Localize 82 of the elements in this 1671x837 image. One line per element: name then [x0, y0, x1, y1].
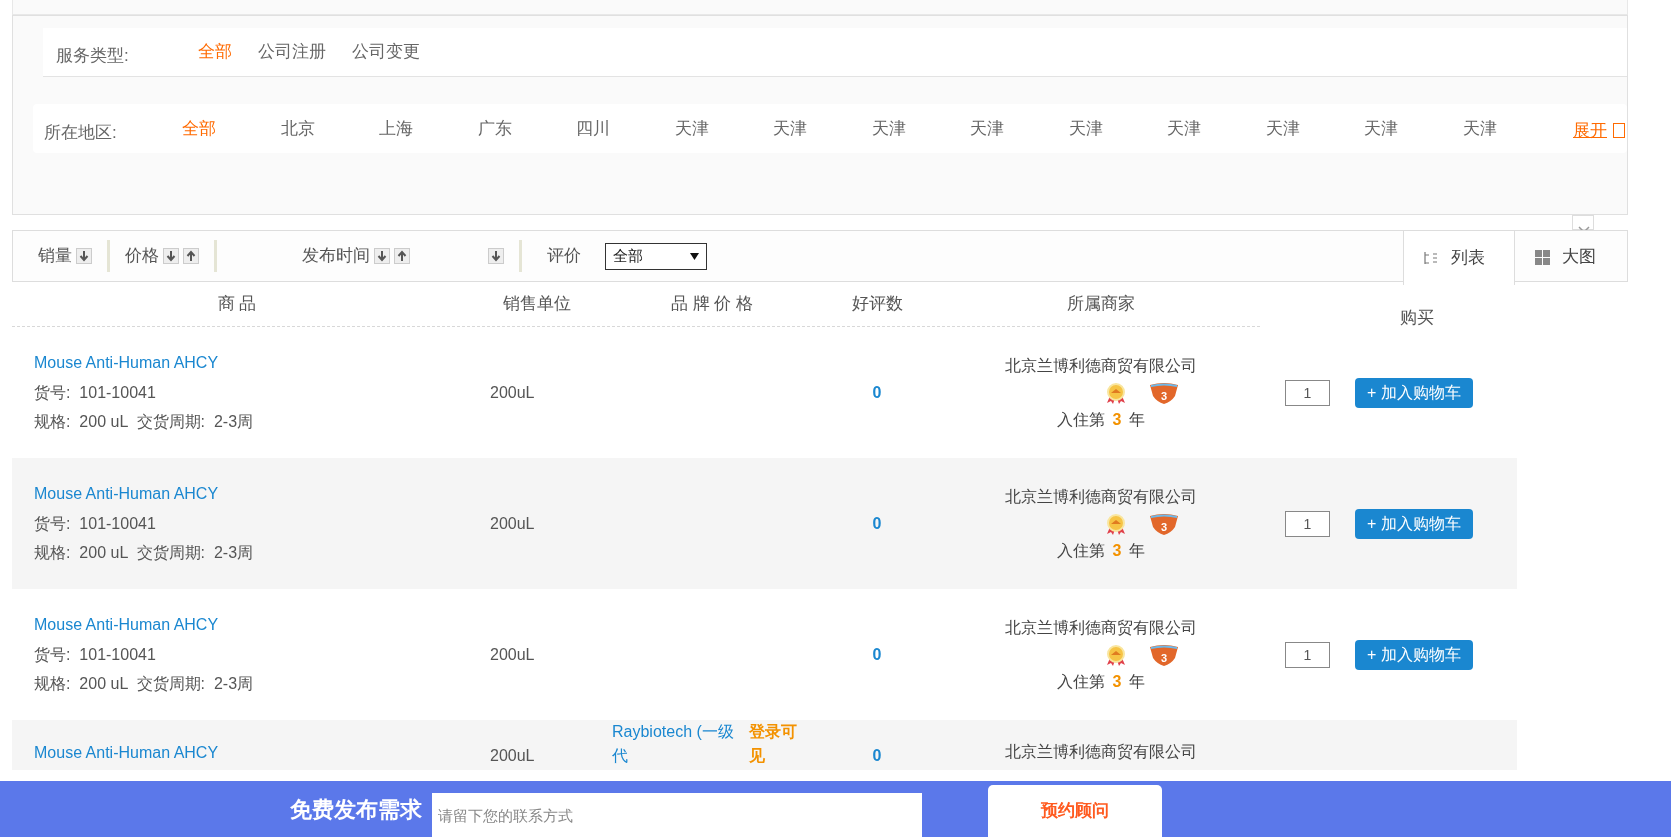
sales-unit: 200uL	[489, 513, 536, 534]
sales-unit: 200uL	[489, 382, 536, 403]
product-code: 货号: 101-10041	[34, 513, 157, 534]
product-spec: 规格: 200 uL 交货周期: 2-3周	[34, 674, 255, 695]
filter-label: 所在地区:	[44, 121, 118, 144]
column-header: 商 品	[216, 293, 258, 316]
quantity-field[interactable]: 1	[1285, 641, 1330, 668]
review-count: 0	[871, 644, 883, 665]
sales-unit: 200uL	[489, 746, 536, 766]
sort-option[interactable]: 销量	[38, 231, 92, 281]
add-to-cart-button[interactable]: + 加入购物车	[1355, 377, 1473, 408]
review-count: 0	[871, 382, 883, 403]
brand-link[interactable]: Raybiotech (一级代	[612, 720, 749, 768]
contact-field[interactable]: 请留下您的联系方式	[432, 793, 922, 837]
filter-option[interactable]: 天津	[1265, 115, 1364, 142]
column-header: 销售单位	[502, 293, 572, 316]
bar-title: 免费发布需求	[290, 795, 422, 824]
merchant-name: 北京兰博利德商贸有限公司	[1005, 617, 1197, 638]
sort-label: 销量	[38, 245, 72, 268]
grid-icon	[1535, 249, 1550, 265]
sort-up-icon	[394, 248, 410, 264]
view-tab[interactable]: 大图	[1515, 231, 1627, 283]
filter-option[interactable]: 公司注册	[258, 39, 326, 65]
sort-option[interactable]: 发布时间	[302, 231, 504, 281]
sort-label: 价格	[125, 245, 159, 268]
rating-select[interactable]: 全部	[605, 242, 707, 270]
merchant-name: 北京兰博利德商贸有限公司	[1005, 355, 1197, 376]
filter-option[interactable]: 天津	[970, 115, 1069, 142]
product-code: 货号: 101-10041	[34, 382, 157, 403]
filter-option[interactable]: 四川	[576, 115, 675, 142]
price-note: 登录可见	[748, 722, 798, 766]
join-years: 入住第 3 年	[1056, 671, 1146, 692]
list-icon	[1424, 250, 1439, 266]
add-to-cart-button[interactable]: + 加入购物车	[1355, 508, 1473, 539]
shield-badge-icon: 3	[1148, 381, 1180, 404]
quantity-field[interactable]: 1	[1285, 379, 1330, 406]
column-header: 购买	[1400, 307, 1434, 329]
sales-unit: 200uL	[489, 644, 536, 665]
sort-down-icon	[163, 248, 179, 264]
join-years: 入住第 3 年	[1056, 409, 1146, 430]
sort-option[interactable]: 价格	[125, 231, 199, 281]
filter-option[interactable]: 天津	[674, 115, 773, 142]
filter-label: 服务类型:	[56, 45, 130, 68]
sort-down-icon	[374, 248, 390, 264]
shield-badge-icon: 3	[1148, 512, 1180, 535]
view-tab[interactable]: 列表	[1403, 230, 1515, 285]
product-spec: 规格: 200 uL 交货周期: 2-3周	[34, 412, 255, 433]
filter-option[interactable]: 天津	[1462, 115, 1561, 142]
join-years: 入住第 3 年	[1056, 540, 1146, 561]
collapse-button[interactable]	[1572, 215, 1594, 230]
product-spec: 规格: 200 uL 交货周期: 2-3周	[34, 543, 255, 564]
product-link[interactable]: Mouse Anti-Human AHCY	[34, 744, 219, 762]
sort-down-icon	[76, 248, 92, 264]
filter-option[interactable]: 天津	[871, 115, 970, 142]
column-header: 好评数	[850, 293, 904, 316]
caret-icon	[690, 252, 699, 260]
rating-label: 评价	[547, 245, 581, 268]
filter-option[interactable]: 天津	[1068, 115, 1167, 142]
filter-option[interactable]: 广东	[477, 115, 576, 142]
shield-badge-icon: 3	[1148, 643, 1180, 666]
filter-option[interactable]: 公司变更	[352, 39, 420, 65]
product-code: 货号: 101-10041	[34, 644, 157, 665]
merchant-name: 北京兰博利德商贸有限公司	[1005, 742, 1197, 762]
review-count: 0	[871, 513, 883, 534]
filter-option[interactable]: 天津	[1167, 115, 1266, 142]
quantity-field[interactable]: 1	[1285, 510, 1330, 537]
column-header: 品 牌 价 格	[669, 293, 755, 316]
sort-label: 发布时间	[302, 245, 370, 268]
filter-option[interactable]: 北京	[280, 115, 379, 142]
filter-option[interactable]: 天津	[773, 115, 872, 142]
filter-option[interactable]: 天津	[1364, 115, 1463, 142]
box-icon	[1613, 123, 1625, 138]
sort-down-icon	[488, 248, 504, 264]
merchant-name: 北京兰博利德商贸有限公司	[1005, 486, 1197, 507]
add-to-cart-button[interactable]: + 加入购物车	[1355, 639, 1473, 670]
filter-option[interactable]: 上海	[379, 115, 478, 142]
product-link[interactable]: Mouse Anti-Human AHCY	[34, 354, 219, 372]
product-link[interactable]: Mouse Anti-Human AHCY	[34, 616, 219, 634]
product-link[interactable]: Mouse Anti-Human AHCY	[34, 485, 219, 503]
column-header: 所属商家	[1066, 293, 1136, 316]
review-count: 0	[871, 746, 883, 766]
sort-up-icon	[183, 248, 199, 264]
